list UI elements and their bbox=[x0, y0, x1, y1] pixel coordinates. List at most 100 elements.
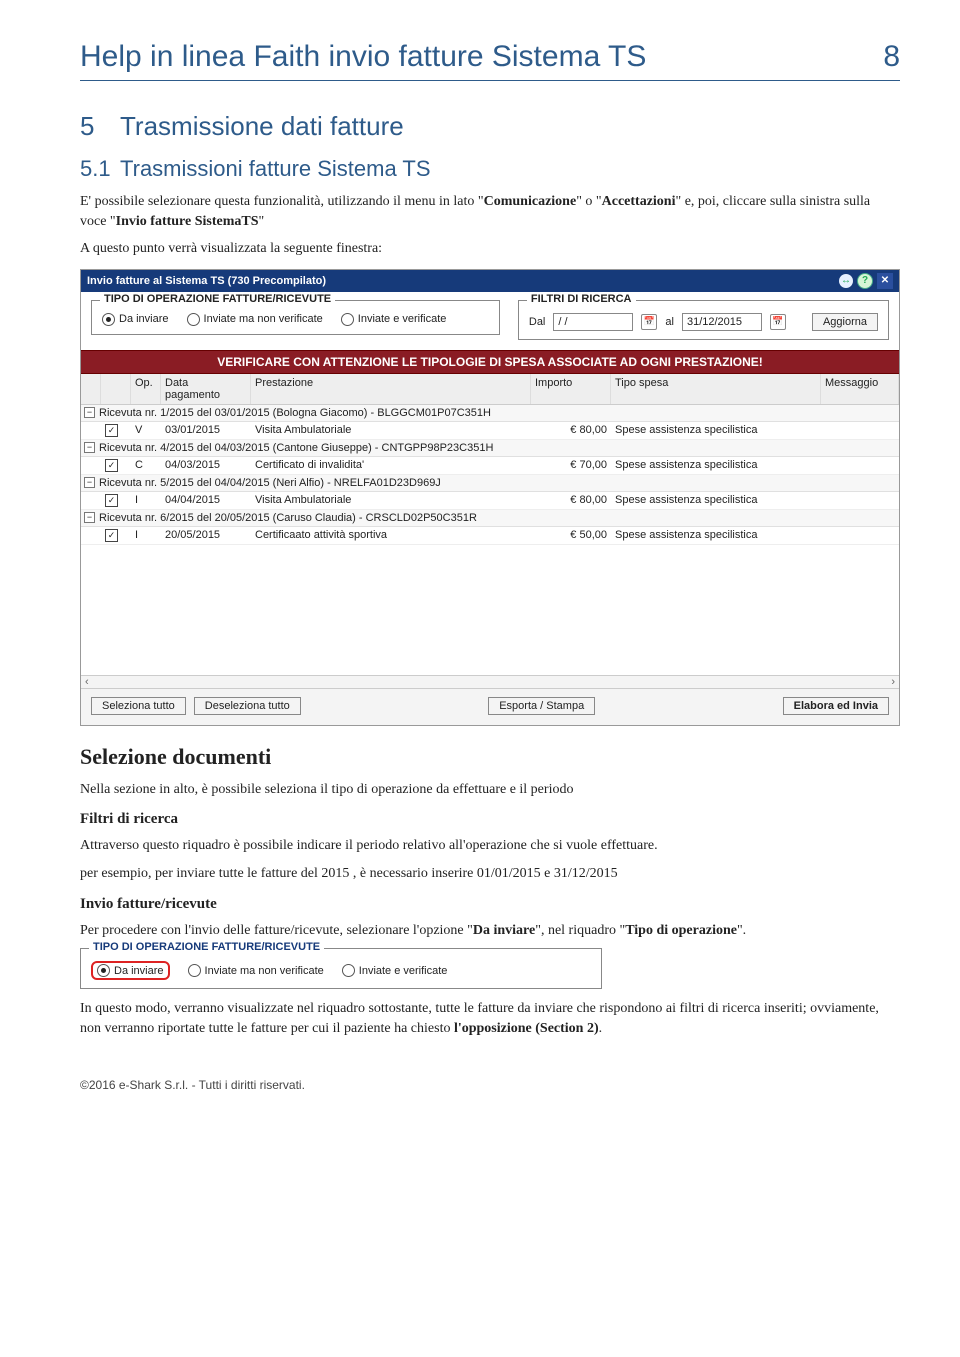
cell-prest: Visita Ambulatoriale bbox=[251, 492, 531, 509]
page-number: 8 bbox=[883, 40, 900, 74]
help-icon[interactable]: ? bbox=[857, 273, 873, 289]
filtri-legend: FILTRI DI RICERCA bbox=[527, 293, 636, 305]
collapse-icon[interactable]: − bbox=[84, 442, 95, 453]
table-row: I 04/04/2015 Visita Ambulatoriale € 80,0… bbox=[81, 492, 899, 510]
close-icon[interactable]: ✕ bbox=[877, 273, 893, 289]
radio-off-icon bbox=[187, 313, 200, 326]
cell-prest: Visita Ambulatoriale bbox=[251, 422, 531, 439]
window-title: Invio fatture al Sistema TS (730 Precomp… bbox=[87, 275, 326, 287]
cell-data: 03/01/2015 bbox=[161, 422, 251, 439]
esporta-stampa-button[interactable]: Esporta / Stampa bbox=[488, 697, 595, 715]
radio-off-icon bbox=[341, 313, 354, 326]
row-checkbox[interactable] bbox=[105, 459, 118, 472]
col-importo: Importo bbox=[531, 374, 611, 404]
closing-paragraph: In questo modo, verranno visualizzate ne… bbox=[80, 999, 900, 1038]
filtri-p1: Attraverso questo riquadro è possibile i… bbox=[80, 836, 900, 856]
tipo-operazione-fieldset: TIPO DI OPERAZIONE FATTURE/RICEVUTE Da i… bbox=[91, 300, 500, 335]
date-from-input[interactable]: / / bbox=[553, 313, 633, 331]
cell-tipo: Spese assistenza specilistica bbox=[611, 457, 821, 474]
scroll-right-icon[interactable]: › bbox=[891, 676, 895, 688]
cell-tipo: Spese assistenza specilistica bbox=[611, 492, 821, 509]
grid-header: Op. Data pagamento Prestazione Importo T… bbox=[81, 374, 899, 405]
cell-importo: € 70,00 bbox=[531, 457, 611, 474]
table-row: C 04/03/2015 Certificato di invalidita' … bbox=[81, 457, 899, 475]
cell-importo: € 80,00 bbox=[531, 492, 611, 509]
invio-fatture-heading: Invio fatture/ricevute bbox=[80, 896, 900, 913]
group-label: Ricevuta nr. 6/2015 del 20/05/2015 (Caru… bbox=[99, 512, 477, 524]
page-title: Help in linea Faith invio fatture Sistem… bbox=[80, 40, 900, 81]
snippet-radio-verificate[interactable]: Inviate e verificate bbox=[342, 964, 448, 977]
group-row[interactable]: − Ricevuta nr. 1/2015 del 03/01/2015 (Bo… bbox=[81, 405, 899, 422]
radio-verificate[interactable]: Inviate e verificate bbox=[341, 313, 447, 326]
cell-tipo: Spese assistenza specilistica bbox=[611, 527, 821, 544]
collapse-icon[interactable]: − bbox=[84, 512, 95, 523]
filtri-ricerca-fieldset: FILTRI DI RICERCA Dal / / 📅 al 31/12/201… bbox=[518, 300, 889, 340]
tipo-operazione-snippet: TIPO DI OPERAZIONE FATTURE/RICEVUTE Da i… bbox=[80, 948, 602, 989]
radio-non-verificate[interactable]: Inviate ma non verificate bbox=[187, 313, 323, 326]
filtri-p2: per esempio, per inviare tutte le fattur… bbox=[80, 864, 900, 884]
filtri-ricerca-heading: Filtri di ricerca bbox=[80, 811, 900, 828]
table-row: I 20/05/2015 Certificaato attività sport… bbox=[81, 527, 899, 545]
intro-line-2: A questo punto verrà visualizzata la seg… bbox=[80, 239, 900, 259]
cell-prest: Certificato di invalidita' bbox=[251, 457, 531, 474]
section-5-heading: 5Trasmissione dati fatture bbox=[80, 111, 900, 142]
cell-op: I bbox=[131, 527, 161, 544]
cell-importo: € 80,00 bbox=[531, 422, 611, 439]
group-label: Ricevuta nr. 1/2015 del 03/01/2015 (Bolo… bbox=[99, 407, 491, 419]
collapse-icon[interactable]: − bbox=[84, 407, 95, 418]
warning-bar: VERIFICARE CON ATTENZIONE LE TIPOLOGIE D… bbox=[81, 350, 899, 374]
col-messaggio: Messaggio bbox=[821, 374, 899, 404]
collapse-icon[interactable]: − bbox=[84, 477, 95, 488]
row-checkbox[interactable] bbox=[105, 529, 118, 542]
invio-p1: Per procedere con l'invio delle fatture/… bbox=[80, 921, 900, 941]
intro-paragraph: E' possibile selezionare questa funziona… bbox=[80, 192, 900, 231]
row-checkbox[interactable] bbox=[105, 494, 118, 507]
tipo-legend: TIPO DI OPERAZIONE FATTURE/RICEVUTE bbox=[100, 293, 335, 305]
col-data: Data pagamento bbox=[161, 374, 251, 404]
deseleziona-tutto-button[interactable]: Deseleziona tutto bbox=[194, 697, 301, 715]
selezione-p1: Nella sezione in alto, è possibile selez… bbox=[80, 780, 900, 800]
row-checkbox[interactable] bbox=[105, 424, 118, 437]
page-footer: ©2016 e-Shark S.r.l. - Tutti i diritti r… bbox=[80, 1078, 900, 1092]
cell-op: C bbox=[131, 457, 161, 474]
group-row[interactable]: − Ricevuta nr. 5/2015 del 04/04/2015 (Ne… bbox=[81, 475, 899, 492]
group-label: Ricevuta nr. 5/2015 del 04/04/2015 (Neri… bbox=[99, 477, 441, 489]
snippet-radio-da-inviare[interactable]: Da inviare bbox=[91, 961, 170, 980]
app-titlebar: Invio fatture al Sistema TS (730 Precomp… bbox=[81, 270, 899, 292]
table-row: V 03/01/2015 Visita Ambulatoriale € 80,0… bbox=[81, 422, 899, 440]
label-dal: Dal bbox=[529, 316, 546, 328]
calendar-icon[interactable]: 📅 bbox=[770, 314, 786, 330]
radio-on-icon bbox=[102, 313, 115, 326]
cell-op: I bbox=[131, 492, 161, 509]
radio-da-inviare[interactable]: Da inviare bbox=[102, 313, 169, 326]
radio-off-icon bbox=[188, 964, 201, 977]
resize-icon[interactable]: ↔ bbox=[839, 274, 853, 288]
radio-on-icon bbox=[97, 964, 110, 977]
cell-data: 20/05/2015 bbox=[161, 527, 251, 544]
app-window: Invio fatture al Sistema TS (730 Precomp… bbox=[80, 269, 900, 726]
col-tipospesa: Tipo spesa bbox=[611, 374, 821, 404]
cell-data: 04/03/2015 bbox=[161, 457, 251, 474]
group-label: Ricevuta nr. 4/2015 del 04/03/2015 (Cant… bbox=[99, 442, 493, 454]
group-row[interactable]: − Ricevuta nr. 4/2015 del 04/03/2015 (Ca… bbox=[81, 440, 899, 457]
group-row[interactable]: − Ricevuta nr. 6/2015 del 20/05/2015 (Ca… bbox=[81, 510, 899, 527]
doc-title-text: Help in linea Faith invio fatture Sistem… bbox=[80, 40, 646, 74]
seleziona-tutto-button[interactable]: Seleziona tutto bbox=[91, 697, 186, 715]
snippet-legend: TIPO DI OPERAZIONE FATTURE/RICEVUTE bbox=[89, 941, 324, 953]
label-al: al bbox=[665, 316, 674, 328]
selezione-documenti-heading: Selezione documenti bbox=[80, 744, 900, 770]
cell-op: V bbox=[131, 422, 161, 439]
horizontal-scrollbar[interactable]: ‹ › bbox=[81, 675, 899, 688]
snippet-radio-non-verificate[interactable]: Inviate ma non verificate bbox=[188, 964, 324, 977]
cell-prest: Certificaato attività sportiva bbox=[251, 527, 531, 544]
date-to-input[interactable]: 31/12/2015 bbox=[682, 313, 762, 331]
aggiorna-button[interactable]: Aggiorna bbox=[812, 313, 878, 331]
section-5-1-heading: 5.1Trasmissioni fatture Sistema TS bbox=[80, 156, 900, 182]
elabora-invia-button[interactable]: Elabora ed Invia bbox=[783, 697, 889, 715]
scroll-left-icon[interactable]: ‹ bbox=[85, 676, 89, 688]
cell-importo: € 50,00 bbox=[531, 527, 611, 544]
col-op: Op. bbox=[131, 374, 161, 404]
col-prestazione: Prestazione bbox=[251, 374, 531, 404]
cell-tipo: Spese assistenza specilistica bbox=[611, 422, 821, 439]
calendar-icon[interactable]: 📅 bbox=[641, 314, 657, 330]
